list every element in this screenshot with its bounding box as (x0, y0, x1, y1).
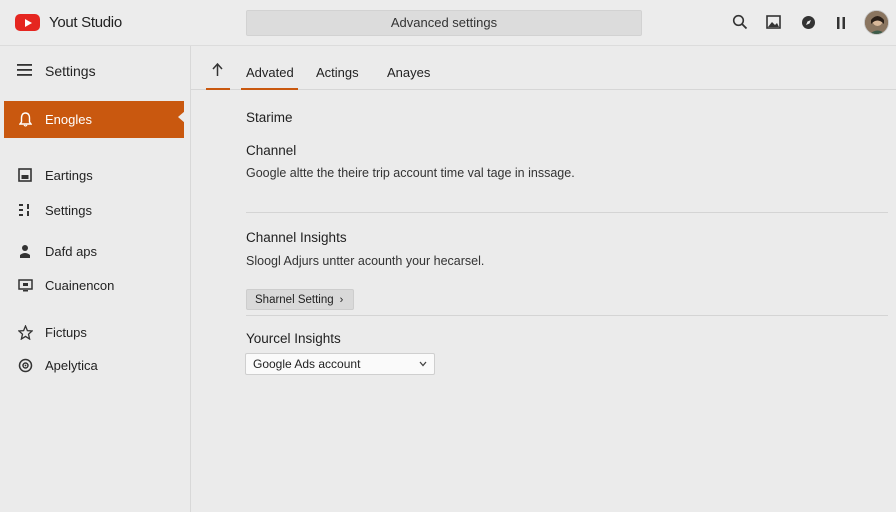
target-icon (17, 357, 33, 373)
sidebar-item-label: Eartings (45, 167, 93, 183)
chevron-down-icon (418, 357, 428, 371)
search-input[interactable]: Advanced settings (246, 10, 642, 36)
home-icon (212, 62, 223, 76)
ads-account-select[interactable]: Google Ads account (245, 353, 435, 375)
sidebar-item-label: Fictups (45, 324, 87, 340)
channel-insights-title: Channel Insights (246, 230, 347, 245)
tab-bar: Advated Actings Anayes (191, 46, 896, 90)
sidebar-item-cuainencon[interactable]: Cuainencon (4, 269, 184, 301)
sidebar-item-enogles[interactable]: Enogles (4, 101, 185, 138)
sidebar-item-fictups[interactable]: Fictups (4, 316, 184, 348)
tab-actings[interactable]: Actings (316, 65, 359, 80)
tab-anayes[interactable]: Anayes (387, 65, 430, 80)
sidebar-item-label: Apelytica (45, 357, 98, 373)
sidebar-item-label: Cuainencon (45, 277, 115, 293)
image-icon[interactable] (766, 15, 786, 35)
sidebar-header[interactable]: Settings (0, 56, 190, 86)
menu-icon (17, 63, 33, 79)
sidebar-item-settings[interactable]: Settings (4, 194, 184, 226)
star-icon (17, 324, 33, 340)
section-label: Starime (246, 110, 293, 125)
top-bar: Yout Studio Advanced settings (0, 0, 896, 46)
youtube-logo-icon (15, 14, 40, 31)
sidebar-item-eartings[interactable]: Eartings (4, 159, 184, 191)
sidebar-item-label: Enogles (45, 112, 92, 127)
earnings-icon (17, 167, 33, 183)
sidebar-item-label: Settings (45, 202, 92, 218)
sidebar-item-label: Dafd aps (45, 243, 98, 259)
channel-setting-button[interactable]: Sharnel Setting › (246, 289, 354, 310)
compass-icon[interactable] (801, 15, 821, 35)
channel-insights-description: Sloogl Adjurs untter acounth your hecars… (246, 254, 485, 268)
chevron-right-icon: › (339, 293, 344, 306)
search-icon[interactable] (732, 14, 752, 34)
settings-grid-icon (17, 202, 33, 218)
monitor-icon (17, 277, 33, 293)
divider (246, 315, 888, 316)
sidebar: Settings Enogles Eartings Settings Dafd … (0, 46, 191, 512)
sidebar-header-label: Settings (45, 63, 96, 79)
bell-icon (17, 112, 33, 128)
sidebar-item-apelytica[interactable]: Apelytica (4, 349, 184, 381)
app-logo[interactable]: Yout Studio (15, 14, 122, 31)
pause-icon[interactable] (836, 16, 856, 36)
app-title: Yout Studio (49, 14, 122, 31)
channel-description: Google altte the theire trip account tim… (246, 166, 575, 180)
divider (246, 212, 888, 213)
tab-home-underline (206, 88, 230, 90)
person-icon (17, 243, 33, 259)
your-insights-title: Yourcel Insights (246, 331, 341, 346)
tab-advated[interactable]: Advated (246, 65, 294, 80)
channel-setting-button-label: Sharnel Setting (255, 293, 334, 306)
sidebar-item-dafd-aps[interactable]: Dafd aps (4, 235, 184, 267)
ads-account-select-value: Google Ads account (253, 357, 361, 371)
tab-home[interactable] (211, 62, 224, 80)
channel-title: Channel (246, 143, 297, 158)
tab-active-underline (241, 88, 298, 90)
avatar[interactable] (864, 10, 889, 35)
